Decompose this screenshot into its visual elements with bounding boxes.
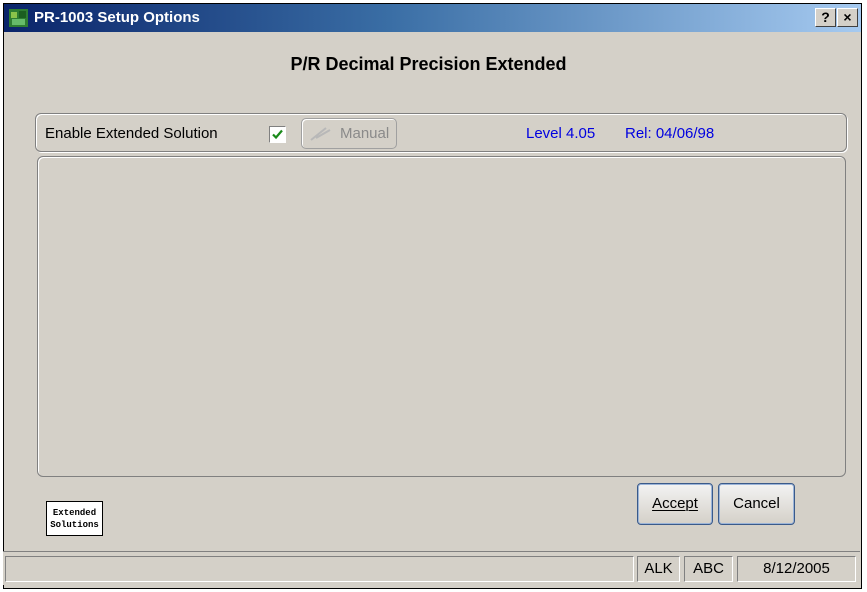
app-icon	[9, 9, 28, 27]
window-title: PR-1003 Setup Options	[34, 9, 200, 26]
page-title: P/R Decimal Precision Extended	[290, 54, 567, 74]
status-pane-message	[5, 556, 634, 582]
details-panel	[37, 156, 846, 477]
cancel-button-label: Cancel	[733, 495, 780, 512]
cancel-button[interactable]: Cancel	[718, 483, 795, 525]
status-pane-company: ABC	[684, 556, 733, 582]
close-button[interactable]: ×	[837, 8, 858, 27]
status-pane-date: 8/12/2005	[737, 556, 856, 582]
enable-extended-checkbox[interactable]	[269, 126, 286, 143]
help-button[interactable]: ?	[815, 8, 836, 27]
status-bar: ALK ABC 8/12/2005	[3, 551, 860, 585]
manual-button-label: Manual	[340, 125, 390, 142]
enable-extended-label: Enable Extended Solution	[45, 125, 218, 142]
logo-line-2: Solutions	[50, 519, 99, 530]
accept-button[interactable]: Accept	[637, 483, 713, 525]
status-pane-user: ALK	[637, 556, 680, 582]
logo-line-1: Extended	[52, 507, 97, 518]
manual-icon	[310, 127, 331, 141]
manual-button[interactable]: Manual	[301, 118, 397, 149]
title-bar[interactable]: PR-1003 Setup Options ? ×	[4, 4, 861, 32]
checkmark-icon	[272, 129, 283, 140]
accept-button-label: Accept	[652, 495, 698, 512]
extended-solutions-logo: Extended Solutions	[46, 501, 103, 536]
release-text: Rel: 04/06/98	[625, 125, 715, 142]
level-text: Level 4.05	[526, 125, 596, 142]
